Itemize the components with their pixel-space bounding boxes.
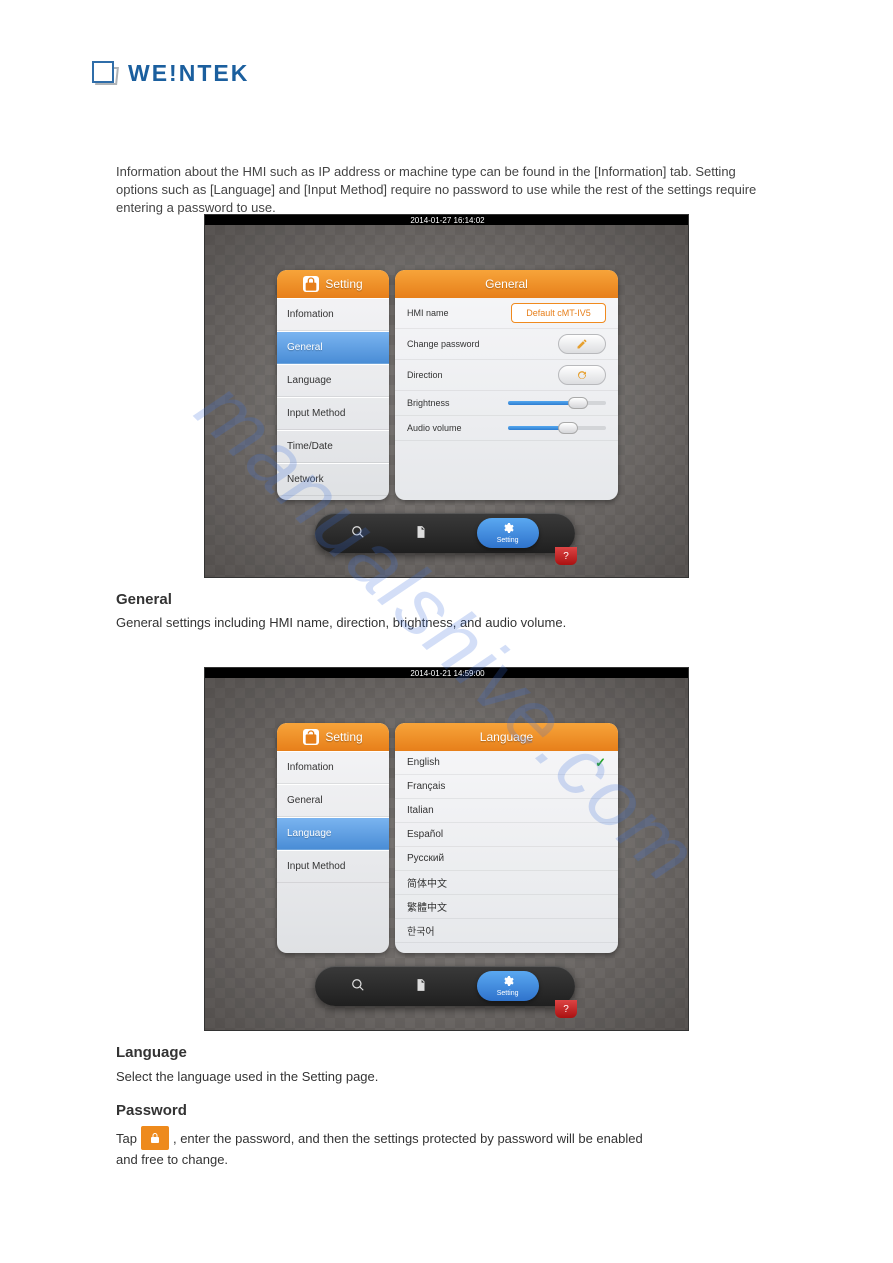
hmi-name-field[interactable]: Default cMT-IV5	[511, 303, 606, 323]
section-heading-password: Password	[116, 1102, 187, 1119]
brightness-slider[interactable]	[508, 396, 606, 410]
language-option-english[interactable]: English✓	[395, 751, 618, 775]
section-text-language: Select the language used in the Setting …	[116, 1069, 378, 1084]
screenshot-language: 2014-01-21 14:59:00 Setting Infomation G…	[204, 667, 689, 1031]
language-option-italian[interactable]: Italian	[395, 799, 618, 823]
sidebar-item-language[interactable]: Language	[277, 817, 389, 850]
check-icon: ✓	[595, 755, 606, 771]
sidebar-item-input-method[interactable]: Input Method	[277, 397, 389, 430]
direction-label: Direction	[407, 370, 443, 380]
section-text-general: General settings including HMI name, dir…	[116, 615, 566, 630]
lock-closed-icon[interactable]	[303, 276, 319, 292]
sidebar-item-language[interactable]: Language	[277, 364, 389, 397]
bottom-toolbar: Setting ?	[315, 966, 575, 1006]
language-option-francais[interactable]: Français	[395, 775, 618, 799]
section-heading-general: General	[116, 591, 172, 608]
audio-volume-label: Audio volume	[407, 423, 462, 433]
main-panel-title: Language	[395, 723, 618, 751]
document-icon[interactable]	[414, 978, 428, 995]
direction-button[interactable]	[558, 365, 606, 385]
search-icon[interactable]	[351, 978, 365, 995]
logo-icon	[92, 61, 122, 87]
main-panel: General HMI name Default cMT-IV5 Change …	[395, 270, 618, 500]
language-option-russian[interactable]: Русский	[395, 847, 618, 871]
setting-button-label: Setting	[497, 537, 519, 544]
sidebar-item-infomation[interactable]: Infomation	[277, 751, 389, 784]
section-text-password-line-2: and free to change.	[116, 1152, 228, 1167]
document-icon[interactable]	[414, 525, 428, 542]
sidebar-item-time-date[interactable]: Time/Date	[277, 430, 389, 463]
change-password-button[interactable]	[558, 334, 606, 354]
gear-icon	[502, 522, 514, 537]
section-text-password-line-1: Tap , enter the password, and then the s…	[116, 1126, 643, 1150]
brightness-label: Brightness	[407, 398, 450, 408]
intro-paragraph: Information about the HMI such as IP add…	[116, 163, 776, 218]
sidebar-item-general[interactable]: General	[277, 784, 389, 817]
sidebar-title: Setting	[325, 730, 362, 744]
bottom-toolbar: Setting ?	[315, 513, 575, 553]
sidebar-title: Setting	[325, 277, 362, 291]
setting-button-label: Setting	[497, 990, 519, 997]
language-option-simplified-chinese[interactable]: 简体中文	[395, 871, 618, 895]
logo-text: WE!NTEK	[128, 60, 249, 87]
lock-open-icon[interactable]	[303, 729, 319, 745]
rotate-icon	[576, 369, 588, 381]
sidebar-item-general[interactable]: General	[277, 331, 389, 364]
language-option-espanol[interactable]: Español	[395, 823, 618, 847]
sidebar: Setting Infomation General Language Inpu…	[277, 270, 389, 500]
setting-button[interactable]: Setting	[477, 971, 539, 1001]
audio-volume-slider[interactable]	[508, 421, 606, 435]
pencil-icon	[576, 338, 588, 350]
setting-button[interactable]: Setting	[477, 518, 539, 548]
main-panel-title: General	[395, 270, 618, 298]
help-icon[interactable]: ?	[555, 1000, 577, 1018]
sidebar-item-network[interactable]: Network	[277, 463, 389, 496]
hmi-name-label: HMI name	[407, 308, 449, 318]
sidebar-header: Setting	[277, 723, 389, 751]
main-panel: Language English✓ Français Italian Españ…	[395, 723, 618, 953]
inline-lock-icon	[141, 1126, 169, 1150]
section-heading-language: Language	[116, 1044, 187, 1061]
screenshot-general: 2014-01-27 16:14:02 Setting Infomation G…	[204, 214, 689, 578]
search-icon[interactable]	[351, 525, 365, 542]
language-option-korean[interactable]: 한국어	[395, 919, 618, 943]
language-option-traditional-chinese[interactable]: 繁體中文	[395, 895, 618, 919]
sidebar-item-infomation[interactable]: Infomation	[277, 298, 389, 331]
gear-icon	[502, 975, 514, 990]
change-password-label: Change password	[407, 339, 480, 349]
brand-logo: WE!NTEK	[92, 60, 249, 87]
help-icon[interactable]: ?	[555, 547, 577, 565]
sidebar-item-input-method[interactable]: Input Method	[277, 850, 389, 883]
sidebar: Setting Infomation General Language Inpu…	[277, 723, 389, 953]
sidebar-header: Setting	[277, 270, 389, 298]
